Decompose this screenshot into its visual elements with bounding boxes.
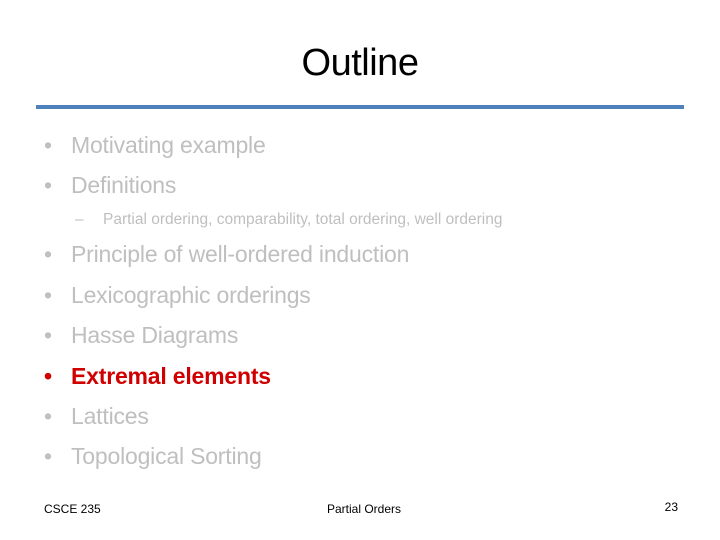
outline-subitem-label: Partial ordering, comparability, total o…: [103, 211, 503, 228]
bullet-icon: •: [44, 403, 52, 429]
outline-item-label: Hasse Diagrams: [71, 322, 239, 348]
bullet-icon: •: [44, 322, 52, 348]
outline-item-label-current: Extremal elements: [71, 363, 271, 389]
page-number: 23: [664, 500, 678, 514]
bullet-icon: •: [44, 172, 52, 198]
bullet-icon: •: [44, 241, 52, 267]
outline-item-label: Definitions: [71, 172, 177, 198]
footer-topic: Partial Orders: [326, 502, 402, 516]
dash-icon: –: [75, 211, 84, 228]
slide-title: Outline: [301, 42, 419, 84]
bullet-icon: •: [44, 132, 52, 158]
title-divider: [36, 105, 684, 109]
outline-item-label: Motivating example: [71, 132, 266, 158]
outline-item-label: Lexicographic orderings: [71, 282, 311, 308]
outline-item-label: Lattices: [71, 403, 149, 429]
bullet-icon: •: [44, 443, 52, 469]
bullet-icon: •: [44, 363, 52, 389]
bullet-icon: •: [44, 282, 52, 308]
outline-item-label: Topological Sorting: [71, 443, 262, 469]
outline-item-label: Principle of well-ordered induction: [71, 241, 410, 267]
